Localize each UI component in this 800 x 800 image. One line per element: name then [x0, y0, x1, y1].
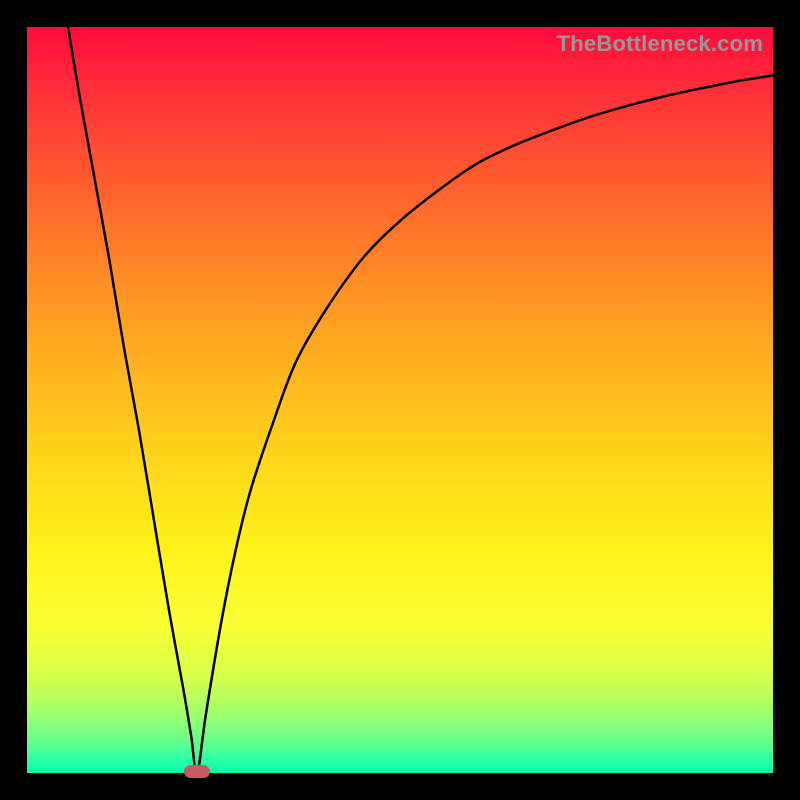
curve-svg	[27, 27, 773, 773]
chart-frame: TheBottleneck.com	[0, 0, 800, 800]
bottleneck-curve	[68, 27, 773, 773]
plot-area: TheBottleneck.com	[27, 27, 773, 773]
minimum-marker	[184, 765, 210, 778]
